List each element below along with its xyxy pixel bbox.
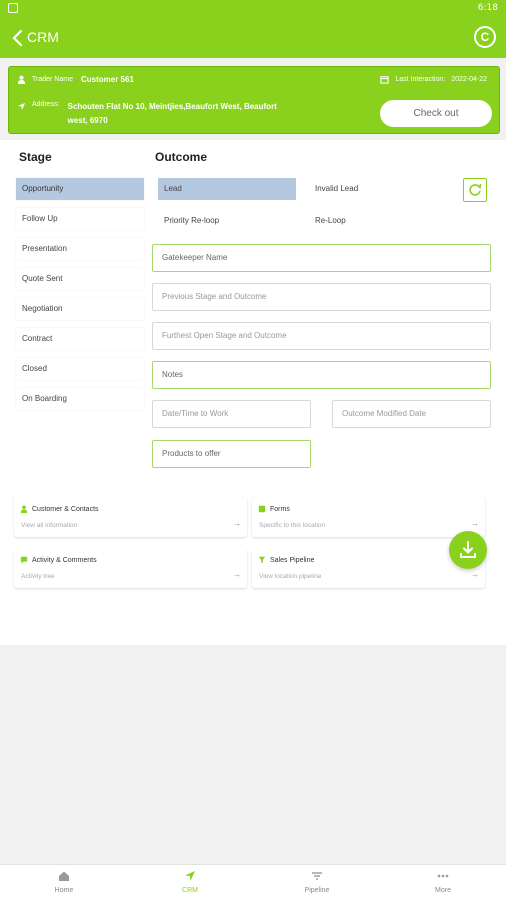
nav-label: Home — [54, 887, 74, 894]
arrow-right-icon: → — [471, 570, 479, 579]
nav-pipeline[interactable]: Pipeline — [277, 869, 357, 894]
nav-label: More — [435, 887, 451, 894]
products-to-offer-field[interactable]: Products to offer — [152, 440, 311, 468]
card-subtitle: View all information — [21, 522, 78, 529]
stage-item-on-boarding[interactable]: On Boarding — [16, 388, 144, 410]
address-label: Address: — [32, 101, 60, 108]
download-fab[interactable] — [449, 531, 487, 569]
card-subtitle: View location pipeline — [259, 573, 322, 580]
form-icon — [258, 505, 266, 513]
stage-item-closed[interactable]: Closed — [16, 358, 144, 380]
arrow-right-icon: → — [471, 519, 479, 528]
funnel-icon — [258, 556, 266, 564]
card-title: Activity & Comments — [32, 556, 97, 564]
stage-item-negotiation[interactable]: Negotiation — [16, 298, 144, 320]
arrow-right-icon: → — [233, 519, 241, 528]
outcome-item-priority-re-loop[interactable]: Priority Re-loop — [158, 210, 296, 232]
stage-item-contract[interactable]: Contract — [16, 328, 144, 350]
navigation-icon — [185, 871, 195, 881]
activity-comments-card[interactable]: Activity & Comments Activity tree → — [14, 548, 247, 588]
person-icon — [20, 505, 28, 513]
outcome-item-re-loop[interactable]: Re-Loop — [309, 210, 449, 232]
nav-more[interactable]: More — [403, 869, 483, 894]
stage-item-follow-up[interactable]: Follow Up — [16, 208, 144, 230]
home-icon — [59, 871, 69, 881]
outcome-item-lead[interactable]: Lead — [158, 178, 296, 200]
stage-item-presentation[interactable]: Presentation — [16, 238, 144, 260]
download-icon — [460, 541, 476, 558]
gatekeeper-name-field[interactable]: Gatekeeper Name — [152, 244, 491, 272]
address-row: Address: Schouten Flat No 10, Meintjies,… — [17, 100, 288, 128]
more-icon — [437, 874, 449, 878]
outcome-modified-date-field[interactable]: Outcome Modified Date — [332, 400, 491, 428]
trader-header-card: Trader Name Customer 561 Last Interactio… — [8, 66, 500, 134]
trader-name: Customer 561 — [80, 75, 134, 84]
card-title: Customer & Contacts — [32, 505, 99, 513]
card-subtitle: Activity tree — [21, 573, 55, 580]
page-title: CRM — [27, 29, 59, 45]
location-arrow-icon — [17, 102, 26, 111]
comment-icon — [20, 556, 28, 564]
calendar-icon — [380, 76, 390, 84]
nav-home[interactable]: Home — [24, 869, 104, 894]
refresh-icon[interactable] — [463, 178, 487, 202]
card-title: Forms — [270, 505, 290, 513]
status-time: 6:18 — [477, 3, 498, 13]
check-out-button[interactable]: Check out — [380, 100, 492, 127]
last-interaction-date: 2022-04-22 — [451, 76, 487, 83]
copyright-icon[interactable]: C — [474, 26, 496, 48]
card-subtitle: Specific to this location — [259, 522, 326, 529]
nav-crm[interactable]: CRM — [150, 869, 230, 894]
address-value: Schouten Flat No 10, Meintjies,Beaufort … — [67, 102, 277, 125]
notification-icon — [8, 3, 18, 13]
stage-title: Stage — [19, 150, 52, 164]
nav-label: CRM — [182, 887, 198, 894]
outcome-title: Outcome — [155, 150, 208, 164]
status-bar: 6:18 — [0, 0, 506, 18]
last-interaction-label: Last Interaction: — [395, 76, 446, 83]
arrow-right-icon: → — [233, 570, 241, 579]
last-interaction: Last Interaction: 2022-04-22 — [380, 75, 487, 84]
furthest-stage-field[interactable]: Furthest Open Stage and Outcome — [152, 322, 491, 350]
previous-stage-field[interactable]: Previous Stage and Outcome — [152, 283, 491, 311]
nav-label: Pipeline — [304, 887, 330, 894]
filter-icon — [312, 872, 322, 880]
stage-item-opportunity[interactable]: Opportunity — [16, 178, 144, 200]
trader-label: Trader Name — [32, 76, 73, 83]
outcome-item-invalid-lead[interactable]: Invalid Lead — [309, 178, 449, 200]
person-icon — [17, 75, 26, 84]
stage-item-quote-sent[interactable]: Quote Sent — [16, 268, 144, 290]
app-bar: CRM C — [0, 18, 506, 58]
notes-field[interactable]: Notes — [152, 361, 491, 389]
date-time-field[interactable]: Date/Time to Work — [152, 400, 311, 428]
customer-contacts-card[interactable]: Customer & Contacts View all information… — [14, 497, 247, 537]
trader-row: Trader Name Customer 561 — [17, 75, 134, 84]
card-title: Sales Pipeline — [270, 556, 315, 564]
bottom-navigation: Home CRM Pipeline More — [0, 864, 506, 900]
